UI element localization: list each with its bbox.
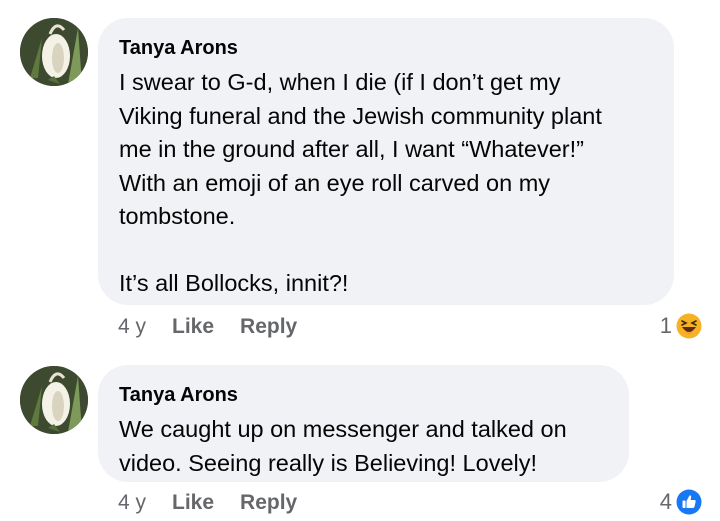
- thumbs-up-icon: [676, 489, 702, 515]
- comment-text: We caught up on messenger and talked on …: [119, 416, 567, 476]
- comment-bubble: Tanya Arons I swear to G-d, when I die (…: [98, 18, 674, 305]
- comment: Tanya Arons I swear to G-d, when I die (…: [0, 0, 720, 350]
- comment-timestamp[interactable]: 4 y: [118, 491, 146, 515]
- comment-actions: 4 y Like Reply: [118, 491, 297, 515]
- comment-bubble: Tanya Arons We caught up on messenger an…: [98, 365, 629, 482]
- like-button[interactable]: Like: [172, 315, 214, 339]
- laughing-emoji-icon: [676, 313, 702, 339]
- reaction-count: 1: [659, 313, 672, 338]
- reaction-summary[interactable]: 4: [660, 489, 702, 515]
- like-button[interactable]: Like: [172, 491, 214, 515]
- comment-text: I swear to G-d, when I die (if I don’t g…: [119, 69, 602, 296]
- reply-button[interactable]: Reply: [240, 315, 297, 339]
- comment-author[interactable]: Tanya Arons: [119, 36, 652, 60]
- reply-button[interactable]: Reply: [240, 491, 297, 515]
- calla-lily-avatar-image: [20, 18, 88, 86]
- comment-actions: 4 y Like Reply: [118, 315, 297, 339]
- comment: Tanya Arons We caught up on messenger an…: [0, 350, 720, 521]
- avatar[interactable]: [20, 18, 88, 86]
- calla-lily-avatar-image: [20, 366, 88, 434]
- reaction-summary[interactable]: 1: [660, 313, 702, 339]
- reaction-count: 4: [659, 489, 672, 514]
- comment-author[interactable]: Tanya Arons: [119, 383, 607, 407]
- avatar[interactable]: [20, 366, 88, 434]
- comment-timestamp[interactable]: 4 y: [118, 315, 146, 339]
